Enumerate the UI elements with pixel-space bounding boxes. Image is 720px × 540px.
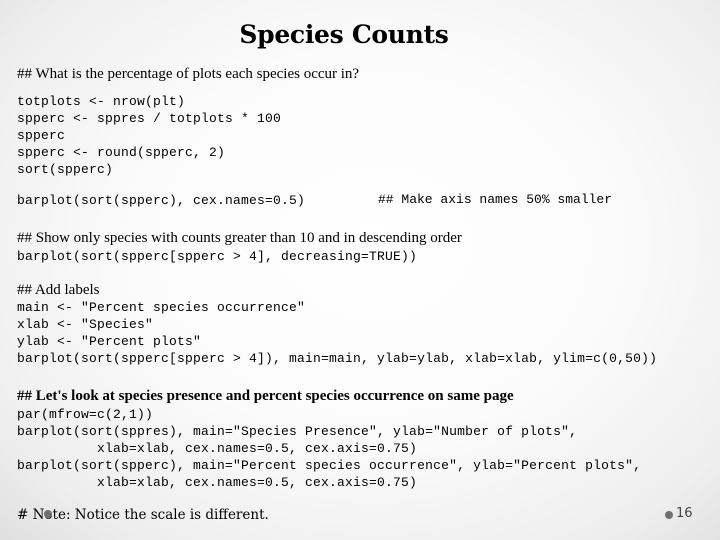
- page-bullet-icon: [665, 511, 673, 519]
- note-text: # Note: Notice the scale is different.: [17, 507, 269, 523]
- section1-barplot-comment: ## Make axis names 50% smaller: [378, 192, 613, 207]
- section3-code: main <- "Percent species occurrence" xla…: [17, 300, 658, 366]
- section2-code: barplot(sort(spperc[spperc > 4], decreas…: [17, 249, 418, 264]
- section1-comment: ## What is the percentage of plots each …: [17, 66, 360, 82]
- bullet-dot-icon: [44, 510, 52, 518]
- section4-code: par(mfrow=c(2,1)) barplot(sort(sppres), …: [17, 407, 642, 490]
- section2-comment: ## Show only species with counts greater…: [17, 230, 462, 246]
- section1-code: totplots <- nrow(plt) spperc <- sppres /…: [17, 94, 282, 177]
- section3-comment: ## Add labels: [17, 282, 100, 298]
- section4-comment: ## Let's look at species presence and pe…: [17, 388, 514, 404]
- section1-barplot-line: barplot(sort(spperc), cex.names=0.5): [17, 193, 306, 208]
- page-number: 16: [676, 506, 693, 521]
- slide-title: Species Counts: [239, 20, 449, 49]
